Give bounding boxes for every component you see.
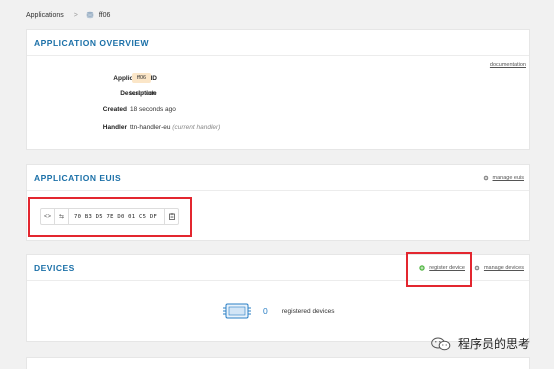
- gear-icon: [483, 175, 488, 181]
- manage-euis-link[interactable]: manage euis: [483, 175, 525, 181]
- handler-row: Handler: [27, 122, 127, 132]
- card-header: APPLICATION EUIS manage euis: [27, 165, 529, 191]
- device-count: 0: [263, 306, 268, 316]
- created-label: Created: [102, 105, 127, 113]
- devices-summary: 0 registered devices: [223, 303, 334, 319]
- created-row: Created: [27, 104, 127, 114]
- application-overview-card: APPLICATION OVERVIEW documentation Appli…: [26, 29, 530, 150]
- handler-name: ttn-handler-eu: [130, 123, 171, 131]
- card-header: APPLICATION OVERVIEW: [27, 30, 529, 56]
- device-count-label: registered devices: [281, 307, 335, 315]
- breadcrumb-applications-link[interactable]: Applications: [26, 12, 64, 19]
- manage-devices-label: manage devices: [483, 265, 524, 271]
- breadcrumb: Applications > ff06: [26, 8, 110, 22]
- application-euis-title: APPLICATION EUIS: [34, 172, 122, 183]
- eui-highlight-box: [28, 197, 192, 237]
- description-value: test node: [130, 89, 157, 97]
- watermark-text: 程序员的思考: [458, 337, 531, 351]
- gear-icon: [474, 265, 480, 271]
- application-icon: [86, 11, 94, 19]
- handler-label: Handler: [102, 123, 127, 131]
- devices-title: DEVICES: [34, 262, 75, 273]
- manage-devices-link[interactable]: manage devices: [474, 265, 524, 271]
- created-value: 18 seconds ago: [130, 105, 176, 113]
- app-id-value-row: ff06: [132, 72, 152, 84]
- manage-euis-label: manage euis: [492, 175, 525, 181]
- breadcrumb-separator: >: [73, 11, 78, 19]
- app-id-badge: ff06: [132, 73, 152, 83]
- register-device-highlight-box: [406, 252, 472, 287]
- documentation-link[interactable]: documentation: [490, 62, 526, 68]
- device-icon: [223, 303, 251, 319]
- breadcrumb-current: ff06: [98, 11, 111, 19]
- handler-value: ttn-handler-eu (current handler): [130, 124, 220, 131]
- wechat-icon: [431, 337, 451, 350]
- next-card: [26, 357, 530, 369]
- application-overview-title: APPLICATION OVERVIEW: [34, 37, 150, 48]
- watermark: 程序员的思考: [431, 335, 530, 352]
- handler-note: (current handler): [172, 123, 221, 131]
